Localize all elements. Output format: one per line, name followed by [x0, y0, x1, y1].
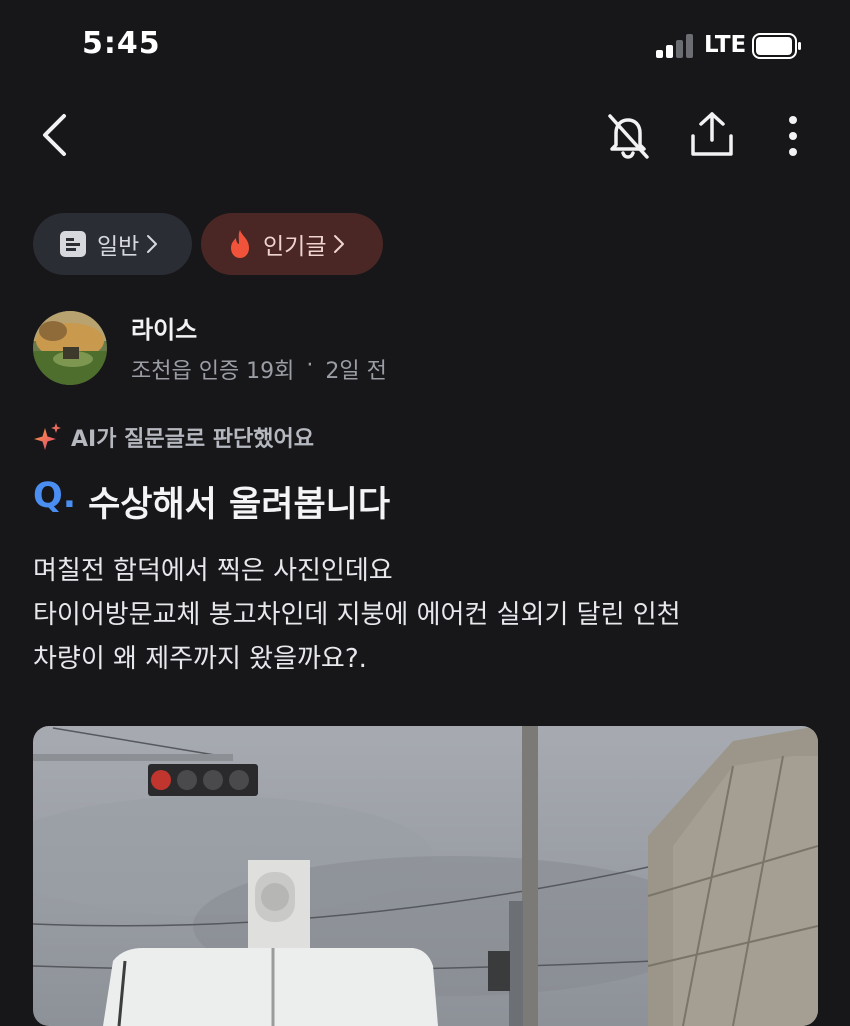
meta-separator: · [306, 353, 314, 378]
post-title: Q. 수상해서 올려봅니다 [33, 476, 390, 527]
chip-label-popular: 인기글 [263, 234, 327, 260]
signal-icon [656, 34, 694, 58]
author-meta: 조천읍 인증 19회 · 2일 전 [131, 353, 387, 385]
status-bar: 5:45 LTE [0, 0, 850, 95]
author-avatar[interactable] [33, 311, 107, 385]
post-title-text: 수상해서 올려봅니다 [88, 485, 391, 525]
chevron-right-icon [145, 233, 159, 255]
back-button[interactable] [30, 110, 80, 160]
question-mark-label: Q. [33, 476, 77, 516]
bell-off-icon [608, 114, 649, 159]
category-chip-popular[interactable]: 인기글 [201, 213, 383, 275]
ai-notice-text: AI가 질문글로 판단했어요 [71, 427, 314, 452]
post-photo[interactable] [33, 726, 818, 1026]
share-button[interactable] [684, 106, 740, 162]
author-name[interactable]: 라이스 [131, 310, 197, 345]
sparkle-icon [34, 423, 61, 450]
more-vertical-icon [789, 116, 797, 156]
post-body: 며칠전 함덕에서 찍은 사진인데요 타이어방문교체 봉고차인데 지붕에 에어컨 … [33, 549, 823, 681]
post-body-line: 차량이 왜 제주까지 왔을까요?. [33, 644, 367, 674]
category-chip-general[interactable]: 일반 [33, 213, 192, 275]
post-body-line: 타이어방문교체 봉고차인데 지붕에 에어컨 실외기 달린 인천 [33, 600, 681, 630]
chevron-left-icon [43, 114, 66, 156]
chip-label-general: 일반 [97, 234, 140, 260]
share-upload-icon [691, 112, 733, 156]
post-time: 2일 전 [325, 359, 387, 384]
chevron-right-icon [332, 233, 346, 255]
board-icon [59, 230, 87, 258]
post-body-line: 며칠전 함덕에서 찍은 사진인데요 [33, 556, 393, 586]
battery-icon [752, 33, 802, 59]
mute-notification-button[interactable] [600, 108, 656, 164]
fire-icon [227, 229, 253, 259]
network-label: LTE [704, 32, 747, 58]
more-options-button[interactable] [770, 108, 816, 164]
status-time: 5:45 [82, 26, 161, 61]
location-verification: 조천읍 인증 19회 [131, 359, 295, 384]
ai-notice: AI가 질문글로 판단했어요 [33, 421, 314, 453]
